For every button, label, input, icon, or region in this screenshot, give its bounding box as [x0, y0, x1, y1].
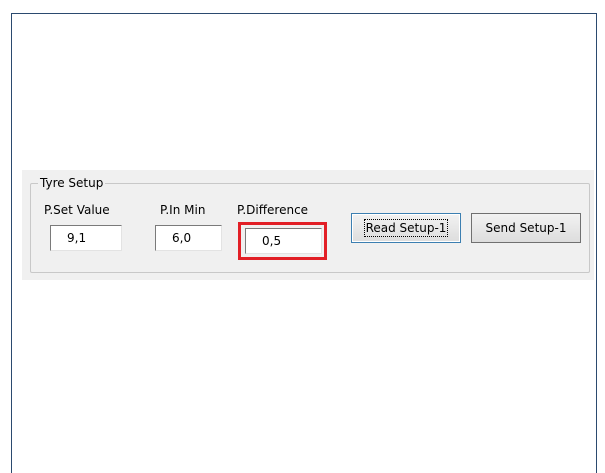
read-setup-button[interactable]: Read Setup-1	[351, 213, 461, 243]
set-value-input[interactable]	[50, 225, 122, 251]
difference-highlight-box	[238, 222, 327, 260]
set-value-label: P.Set Value	[44, 203, 110, 217]
difference-label: P.Difference	[237, 203, 309, 217]
in-min-input[interactable]	[155, 225, 222, 251]
send-setup-label: Send Setup-1	[485, 221, 567, 235]
read-setup-label: Read Setup-1	[363, 219, 449, 237]
groupbox-title: Tyre Setup	[38, 176, 106, 190]
in-min-label: P.In Min	[160, 203, 206, 217]
send-setup-button[interactable]: Send Setup-1	[471, 213, 581, 243]
